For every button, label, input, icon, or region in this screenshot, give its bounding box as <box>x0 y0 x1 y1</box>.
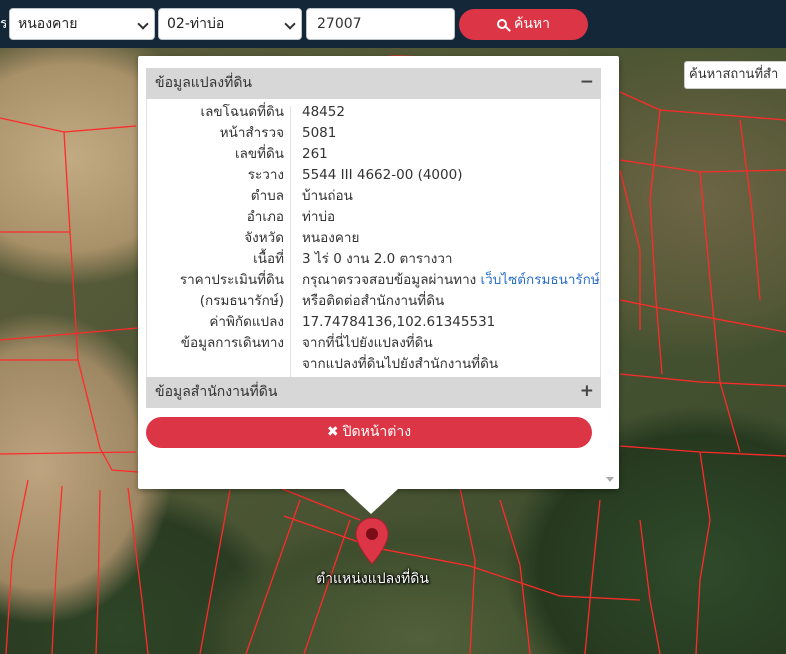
map-marker-icon[interactable] <box>355 517 389 565</box>
table-row: เนื้อที่ 3 ไร่ 0 งาน 2.0 ตารางวา <box>147 249 602 270</box>
row-label: ตำบล <box>250 188 284 204</box>
row-value: 5544 III 4662-00 (4000) <box>302 167 463 183</box>
table-row: ระวาง 5544 III 4662-00 (4000) <box>147 165 602 186</box>
row-label: หน้าสำรวจ <box>219 125 284 141</box>
parcel-info-section-title: ข้อมูลแปลงที่ดิน <box>155 75 253 91</box>
table-row: ค่าพิกัดแปลง 17.74784136,102.61345531 <box>147 312 602 333</box>
district-select-value: 02-ท่าบ่อ <box>167 16 225 32</box>
expand-icon[interactable]: + <box>580 377 594 405</box>
row-value: 3 ไร่ 0 งาน 2.0 ตารางวา <box>302 251 453 267</box>
table-row: ตำบล บ้านถ่อน <box>147 186 602 207</box>
row-label: ค่าพิกัดแปลง <box>209 314 284 330</box>
table-row: ราคาประเมินที่ดิน กรุณาตรวจสอบข้อมูลผ่าน… <box>147 270 602 291</box>
close-button-label: ปิดหน้าต่าง <box>342 424 412 440</box>
row-label: เนื้อที่ <box>253 251 284 267</box>
table-row: เลขโฉนดที่ดิน 48452 <box>147 102 602 123</box>
parcel-info-section-header[interactable]: ข้อมูลแปลงที่ดิน − <box>146 68 601 99</box>
row-value: บ้านถ่อน <box>302 188 353 204</box>
table-row: จังหวัด หนองคาย <box>147 228 602 249</box>
parcel-info-popup: ข้อมูลแปลงที่ดิน − เลขโฉนดที่ดิน 48452 ห… <box>138 56 619 489</box>
row-value: หรือติดต่อสำนักงานที่ดิน <box>302 293 445 309</box>
row-label: เลขโฉนดที่ดิน <box>200 104 284 120</box>
table-row: อำเภอ ท่าบ่อ <box>147 207 602 228</box>
row-value: ท่าบ่อ <box>302 209 336 225</box>
parcel-detail-table: เลขโฉนดที่ดิน 48452 หน้าสำรวจ 5081 เลขที… <box>146 99 601 377</box>
province-select[interactable]: หนองคาย <box>9 8 155 40</box>
chevron-down-icon <box>137 18 149 30</box>
clipped-label: ร <box>0 16 6 32</box>
table-row: จากแปลงที่ดินไปยังสำนักงานที่ดิน <box>147 354 602 375</box>
row-label: เลขที่ดิน <box>234 146 284 162</box>
row-label: จังหวัด <box>244 230 284 246</box>
coordinates-link[interactable]: 17.74784136,102.61345531 <box>302 312 495 333</box>
directions-to-office-link[interactable]: จากแปลงที่ดินไปยังสำนักงานที่ดิน <box>302 354 498 375</box>
land-office-section-header[interactable]: ข้อมูลสำนักงานที่ดิน + <box>146 377 601 408</box>
row-label: (กรมธนารักษ์) <box>199 293 284 309</box>
table-row: ข้อมูลการเดินทาง จากที่นี่ไปยังแปลงที่ดิ… <box>147 333 602 354</box>
row-value: 48452 <box>302 104 345 120</box>
row-value: กรุณาตรวจสอบข้อมูลผ่านทาง เว็บไซต์กรมธนา… <box>302 270 600 291</box>
popup-content: ข้อมูลแปลงที่ดิน − เลขโฉนดที่ดิน 48452 ห… <box>146 68 609 468</box>
row-label: อำเภอ <box>246 209 284 225</box>
row-value: 5081 <box>302 125 337 141</box>
parcel-number-input[interactable] <box>306 8 455 40</box>
table-row: เลขที่ดิน 261 <box>147 144 602 165</box>
treasury-website-link[interactable]: เว็บไซต์กรมธนารักษ์ <box>481 272 600 288</box>
search-icon <box>496 19 507 29</box>
land-office-section-title: ข้อมูลสำนักงานที่ดิน <box>155 384 278 400</box>
province-select-value: หนองคาย <box>18 16 78 32</box>
directions-to-parcel-link[interactable]: จากที่นี่ไปยังแปลงที่ดิน <box>302 333 433 354</box>
row-value: 261 <box>302 146 328 162</box>
row-label: ระวาง <box>247 167 284 183</box>
row-label: ข้อมูลการเดินทาง <box>180 335 284 351</box>
land-office-search-input[interactable]: ค้นหาสถานที่สำ <box>684 61 786 89</box>
chevron-down-icon <box>284 18 296 30</box>
popup-pointer <box>344 489 398 514</box>
marker-label: ตำแหน่งแปลงที่ดิน <box>316 571 429 587</box>
scroll-down-icon[interactable] <box>606 477 614 482</box>
table-row: หน้าสำรวจ 5081 <box>147 123 602 144</box>
table-row: (กรมธนารักษ์) หรือติดต่อสำนักงานที่ดิน <box>147 291 602 312</box>
search-button-label: ค้นหา <box>513 16 551 32</box>
search-button[interactable]: ค้นหา <box>459 9 588 40</box>
row-value-text: กรุณาตรวจสอบข้อมูลผ่านทาง <box>302 272 481 288</box>
search-toolbar: ร หนองคาย 02-ท่าบ่อ ค้นหา <box>0 0 786 48</box>
close-window-button[interactable]: ✖ ปิดหน้าต่าง <box>146 417 592 448</box>
district-select[interactable]: 02-ท่าบ่อ <box>158 8 302 40</box>
row-value: หนองคาย <box>302 230 360 246</box>
row-label: ราคาประเมินที่ดิน <box>179 272 284 288</box>
collapse-icon[interactable]: − <box>580 68 594 96</box>
close-icon: ✖ <box>326 424 339 440</box>
